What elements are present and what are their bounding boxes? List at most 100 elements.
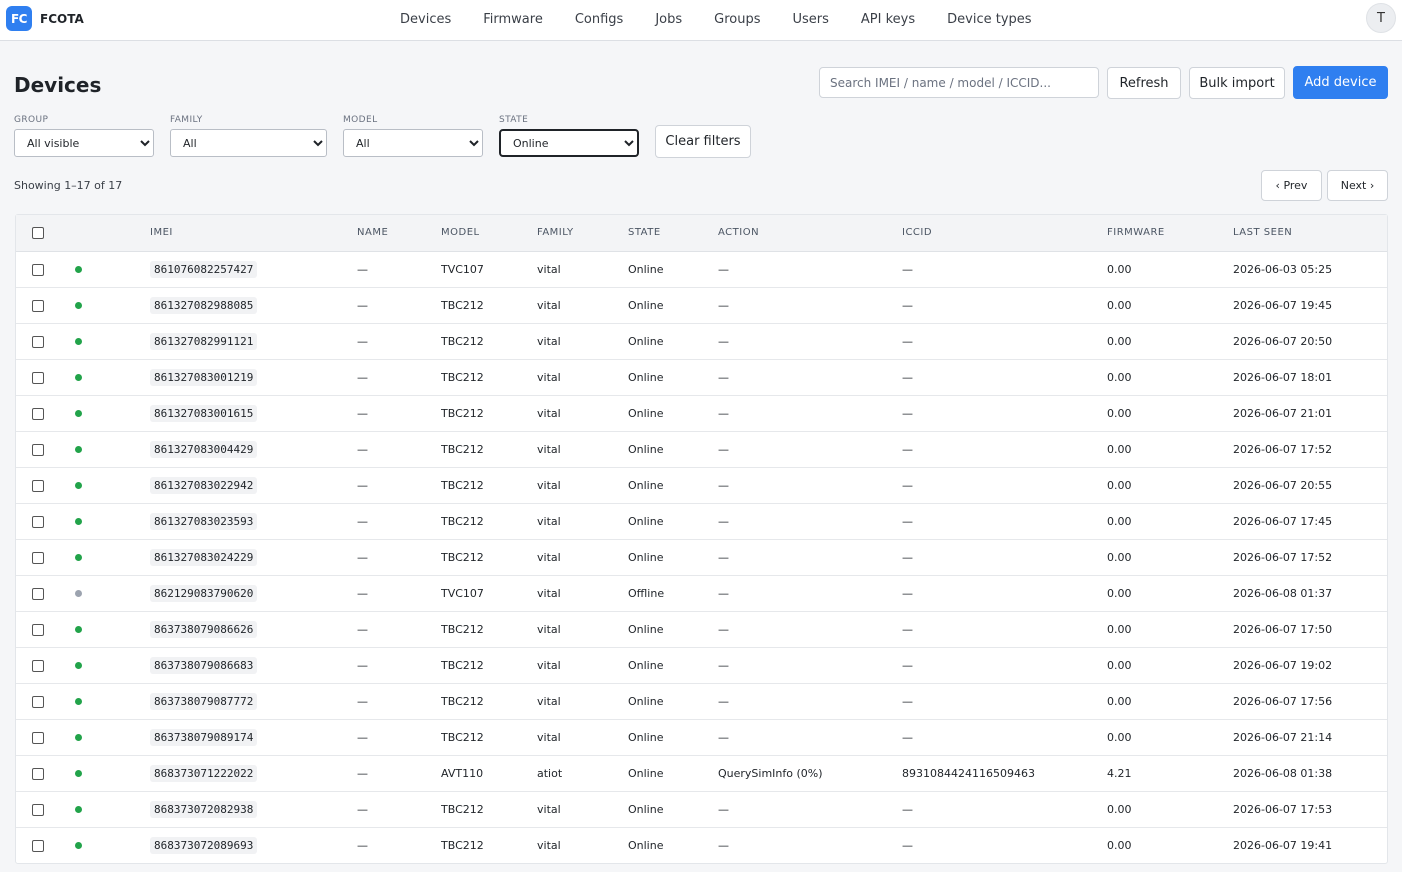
row-checkbox[interactable] <box>32 515 44 528</box>
row-checkbox[interactable] <box>32 731 44 744</box>
name-cell: — <box>357 323 441 360</box>
row-checkbox[interactable] <box>32 695 44 708</box>
iccid-header[interactable]: ICCID <box>902 215 1107 252</box>
nav-firmware[interactable]: Firmware <box>467 12 559 27</box>
table-row[interactable]: 861327083004429— TBC212 vital Online — —0.00 2… <box>16 431 1387 468</box>
action-cell: — <box>718 838 729 852</box>
imei-value[interactable]: 868373072082938 <box>150 800 258 818</box>
state-header[interactable]: STATE <box>628 215 718 252</box>
user-avatar[interactable]: T <box>1366 3 1396 33</box>
family-header[interactable]: FAMILY <box>537 215 628 252</box>
table-row[interactable]: 868373072089693 — TBC212 vital Online — — 0.00 2… <box>16 827 1387 863</box>
group-select[interactable]: All visible <box>14 129 154 157</box>
add-device-button[interactable]: Add device <box>1293 66 1388 99</box>
imei-value[interactable]: 861076082257427 <box>150 260 258 278</box>
nav-groups[interactable]: Groups <box>698 12 776 27</box>
imei-value[interactable]: 861327083004429 <box>150 440 258 458</box>
row-select-cell <box>16 611 72 648</box>
family-cell: vital <box>537 539 628 576</box>
table-row[interactable]: 863738079086683— TBC212 vital Online — —0.00 2… <box>16 647 1387 684</box>
imei-value[interactable]: 861327082991121 <box>150 332 258 350</box>
row-checkbox[interactable] <box>32 407 44 420</box>
table-row[interactable]: 862129083790620— TVC107 vital Offline — —0.00… <box>16 575 1387 612</box>
imei-value[interactable]: 861327083001615 <box>150 404 258 422</box>
table-row[interactable]: 863738079087772— TBC212 vital Online — —0.00 2… <box>16 683 1387 720</box>
model-select[interactable]: All <box>343 129 483 157</box>
nav-devices[interactable]: Devices <box>384 12 467 27</box>
table-row[interactable]: 861327083001219— TBC212 vital Online — —0.00 2… <box>16 359 1387 396</box>
table-row[interactable]: 868373072082938— TBC212 vital Online — —0.00 2… <box>16 791 1387 828</box>
model-cell: TBC212 <box>441 719 537 756</box>
table-row[interactable]: 863738079086626— TBC212 vital Online — —0.00 2… <box>16 611 1387 648</box>
table-row[interactable]: 861327082988085— TBC212 vital Online — —0.00 2… <box>16 287 1387 324</box>
row-checkbox[interactable] <box>32 803 44 816</box>
imei-value[interactable]: 868373071222022 <box>150 764 258 782</box>
nav-users[interactable]: Users <box>776 12 844 27</box>
row-select-cell <box>16 683 72 720</box>
row-checkbox[interactable] <box>32 839 44 852</box>
imei-value[interactable]: 868373072089693 <box>150 836 258 854</box>
prev-page-button[interactable]: ‹ Prev <box>1261 170 1322 201</box>
row-checkbox[interactable] <box>32 767 44 780</box>
imei-value[interactable]: 863738079086626 <box>150 620 258 638</box>
row-checkbox[interactable] <box>32 335 44 348</box>
nav-configs[interactable]: Configs <box>559 12 639 27</box>
firmware-header[interactable]: FIRMWARE <box>1107 215 1233 252</box>
search-input[interactable] <box>819 67 1099 98</box>
imei-header[interactable]: IMEI <box>150 215 357 252</box>
select-all-checkbox[interactable] <box>32 226 44 239</box>
last-seen-cell: 2026-06-07 17:53 <box>1233 791 1387 828</box>
last-seen-cell: 2026-06-07 17:50 <box>1233 611 1387 648</box>
imei-value[interactable]: 863738079086683 <box>150 656 258 674</box>
imei-value[interactable]: 862129083790620 <box>150 584 258 602</box>
refresh-button[interactable]: Refresh <box>1107 67 1181 99</box>
table-row[interactable]: 861327082991121— TBC212 vital Online — —0.00 2… <box>16 323 1387 360</box>
status-dot-icon <box>75 625 82 633</box>
action-cell: — <box>718 539 902 576</box>
brand-name[interactable]: FCOTA <box>40 12 84 26</box>
state-cell: Online <box>628 838 664 852</box>
row-checkbox[interactable] <box>32 659 44 672</box>
clear-filters-button[interactable]: Clear filters <box>655 125 751 158</box>
action-header[interactable]: ACTION <box>718 215 902 252</box>
imei-value[interactable]: 863738079089174 <box>150 728 258 746</box>
status-dot-icon <box>75 589 82 597</box>
row-checkbox[interactable] <box>32 551 44 564</box>
row-checkbox[interactable] <box>32 299 44 312</box>
row-checkbox[interactable] <box>32 443 44 456</box>
table-row[interactable]: 868373071222022 — AVT110 atiot Online QuerySi… <box>16 755 1387 792</box>
row-checkbox[interactable] <box>32 371 44 384</box>
nav-jobs[interactable]: Jobs <box>639 12 698 27</box>
table-row[interactable]: 863738079089174— TBC212 vital Online — —0.00 2… <box>16 719 1387 756</box>
app-logo[interactable]: FC <box>6 6 32 31</box>
last-seen-header[interactable]: LAST SEEN <box>1233 215 1387 252</box>
imei-value[interactable]: 861327083024229 <box>150 548 258 566</box>
imei-value[interactable]: 861327083022942 <box>150 476 258 494</box>
last-seen-cell: 2026-06-07 19:41 <box>1233 838 1333 852</box>
imei-value[interactable]: 863738079087772 <box>150 692 258 710</box>
state-cell: Online <box>628 323 718 360</box>
row-checkbox[interactable] <box>32 479 44 492</box>
table-row[interactable]: 861076082257427— TVC107 vital Online — —0.00 2… <box>16 251 1387 288</box>
row-checkbox[interactable] <box>32 587 44 600</box>
row-checkbox[interactable] <box>32 263 44 276</box>
nav-device-types[interactable]: Device types <box>931 12 1047 27</box>
model-header[interactable]: MODEL <box>441 215 537 252</box>
firmware-cell: 0.00 <box>1107 647 1233 684</box>
table-row[interactable]: 861327083001615— TBC212 vital Online — —0.00 2… <box>16 395 1387 432</box>
state-select[interactable]: Online <box>499 129 639 157</box>
imei-value[interactable]: 861327083001219 <box>150 368 258 386</box>
bulk-import-button[interactable]: Bulk import <box>1189 67 1285 99</box>
table-row[interactable]: 861327083022942— TBC212 vital Online — —0.00 2… <box>16 467 1387 504</box>
nav-api-keys[interactable]: API keys <box>845 12 931 27</box>
imei-value[interactable]: 861327082988085 <box>150 296 258 314</box>
firmware-cell: 0.00 <box>1107 467 1233 504</box>
table-row[interactable]: 861327083024229— TBC212 vital Online — —0.00 2… <box>16 539 1387 576</box>
row-checkbox[interactable] <box>32 623 44 636</box>
next-page-button[interactable]: Next › <box>1327 170 1388 201</box>
name-header[interactable]: NAME <box>357 215 441 252</box>
table-row[interactable]: 861327083023593— TBC212 vital Online — —0.00 2… <box>16 503 1387 540</box>
family-select[interactable]: All <box>170 129 327 157</box>
status-cell <box>72 287 150 324</box>
imei-value[interactable]: 861327083023593 <box>150 512 258 530</box>
